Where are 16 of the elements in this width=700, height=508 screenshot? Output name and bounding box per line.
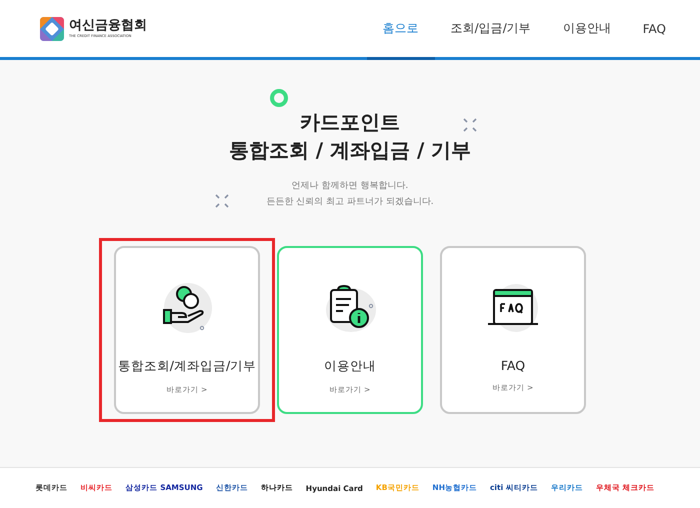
- logo-icon: [40, 16, 64, 40]
- sparkle-decoration-icon: [214, 194, 229, 208]
- card-title: 통합조회/계좌입금/기부: [118, 358, 256, 375]
- nav-tab[interactable]: 조회/입금/기부: [434, 0, 547, 60]
- logo-name: 여신금융협회: [69, 19, 147, 34]
- sparkle-decoration-icon: [463, 118, 478, 132]
- nav-tab[interactable]: 홈으로: [366, 0, 435, 60]
- nav-tab[interactable]: 이용안내: [546, 0, 627, 60]
- card-title: FAQ: [500, 358, 526, 373]
- hero-title: 통합조회 / 계좌입금 / 기부: [228, 137, 472, 164]
- hero-subtitle: 든든한 신뢰의 최고 파트너가 되겠습니다.: [266, 196, 434, 209]
- nav-tab[interactable]: FAQ: [626, 0, 682, 60]
- ring-decoration-icon: [268, 88, 289, 108]
- card-title: 이용안내: [324, 358, 376, 375]
- hero-title: 카드포인트: [300, 109, 400, 136]
- hero-subtitle: 언제나 함께하면 행복합니다.: [292, 180, 408, 193]
